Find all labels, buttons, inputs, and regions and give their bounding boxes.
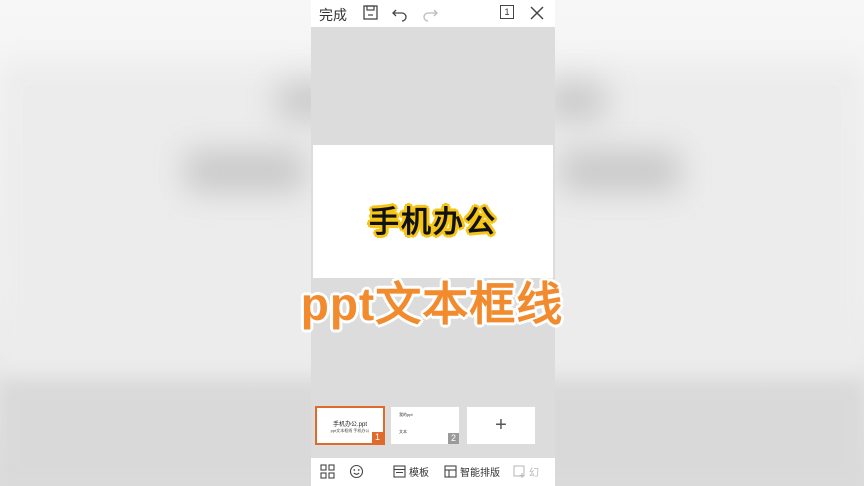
page-count-icon[interactable]: 1 xyxy=(500,5,514,19)
insert-slide-button[interactable]: 幻 xyxy=(513,464,539,479)
template-button[interactable]: 模板 xyxy=(393,464,429,479)
bottom-toolbar: 模板 智能排版 幻 xyxy=(311,458,555,486)
insert-label: 幻 xyxy=(529,468,539,479)
layout-button[interactable] xyxy=(320,464,335,479)
phone-screen: 完成 1 手机办公 手机办公.ppt ppt文本框线 手机办公 1 我的ppt … xyxy=(311,0,555,486)
undo-icon[interactable] xyxy=(391,4,409,22)
redo-icon[interactable] xyxy=(421,4,439,22)
thumbnail-title: 手机办公.ppt xyxy=(332,422,367,428)
slide-canvas[interactable]: 手机办公 xyxy=(313,145,553,278)
slide-number-badge: 1 xyxy=(372,432,383,443)
slide-title[interactable]: 手机办公 xyxy=(313,197,553,241)
grid-icon xyxy=(320,464,335,479)
smart-layout-icon xyxy=(444,465,457,478)
smart-layout-button[interactable]: 智能排版 xyxy=(444,464,500,479)
thumbnail-text: 我的ppt xyxy=(399,412,413,417)
add-slide-button[interactable]: + xyxy=(466,406,536,445)
video-frame: 完成 1 手机办公 手机办公.ppt ppt文本框线 手机办公 1 我的ppt … xyxy=(0,0,864,486)
slide-thumbnail-1[interactable]: 手机办公.ppt ppt文本框线 手机办公 1 xyxy=(315,406,385,445)
close-icon[interactable] xyxy=(528,4,546,22)
video-caption: ppt文本框线 xyxy=(300,278,564,330)
plus-icon: + xyxy=(495,414,507,436)
emoji-button[interactable] xyxy=(349,464,364,479)
smart-layout-label: 智能排版 xyxy=(460,468,500,479)
blurred-shape xyxy=(560,150,680,192)
slide-thumbnail-2[interactable]: 我的ppt 文本 2 xyxy=(390,406,460,445)
top-toolbar: 完成 1 xyxy=(311,0,555,27)
thumbnail-text: 文本 xyxy=(399,429,407,434)
blurred-shape xyxy=(185,150,305,192)
smiley-icon xyxy=(349,464,364,479)
save-icon[interactable] xyxy=(362,4,380,22)
done-button[interactable]: 完成 xyxy=(319,5,347,25)
template-label: 模板 xyxy=(409,468,429,479)
slide-number-badge: 2 xyxy=(448,433,459,444)
slide-thumbnail-strip: 手机办公.ppt ppt文本框线 手机办公 1 我的ppt 文本 2 + xyxy=(311,400,555,452)
insert-icon xyxy=(513,465,525,478)
template-icon xyxy=(393,465,406,478)
